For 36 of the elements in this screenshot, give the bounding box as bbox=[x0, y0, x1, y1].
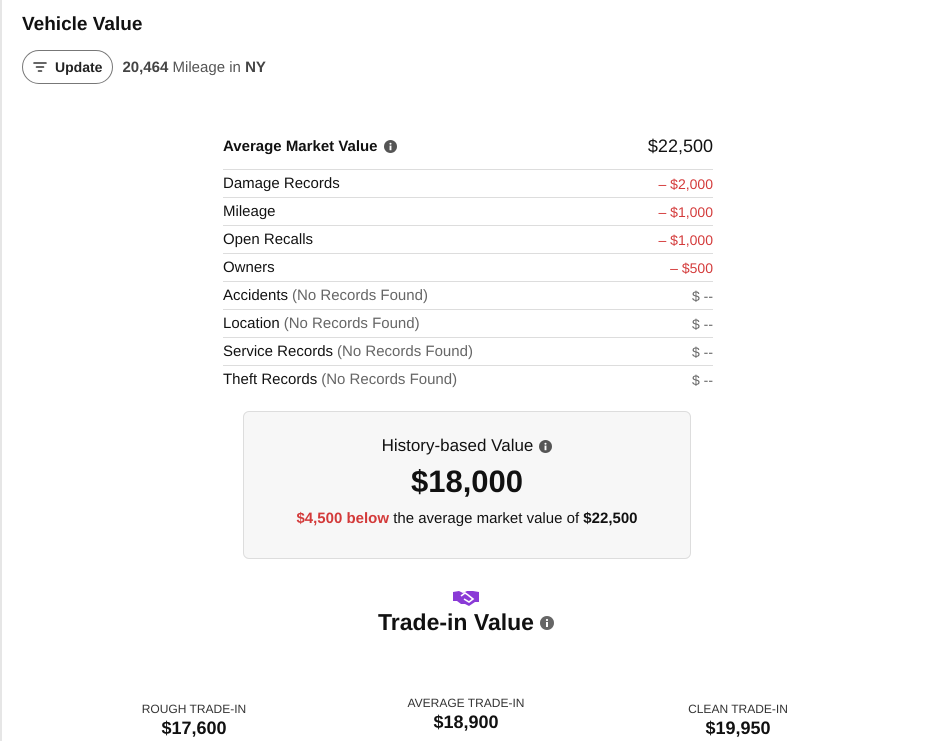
trade-in-label: ROUGH TRADE-IN bbox=[142, 702, 246, 716]
adjustment-label: Damage Records bbox=[223, 175, 340, 192]
handshake-icon bbox=[452, 589, 480, 607]
adjustment-label: Service Records (No Records Found) bbox=[223, 343, 473, 360]
market-value-label: Average Market Value bbox=[223, 138, 378, 155]
market-value: $22,500 bbox=[648, 136, 713, 157]
adjustment-amount: $ -- bbox=[692, 344, 713, 360]
adjustment-amount: – $1,000 bbox=[658, 204, 713, 220]
adjustment-amount: – $1,000 bbox=[658, 232, 713, 248]
adjustment-label: Open Recalls bbox=[223, 231, 314, 248]
mileage-text: 20,464 Mileage in NY bbox=[122, 58, 266, 76]
adjustment-amount: – $2,000 bbox=[658, 176, 713, 192]
trade-in-label: CLEAN TRADE-IN bbox=[688, 702, 788, 716]
history-comparison: $4,500 below the average market value of $22,500 bbox=[296, 510, 638, 527]
trade-in-label: AVERAGE TRADE-IN bbox=[408, 696, 524, 710]
info-icon[interactable] bbox=[539, 440, 552, 452]
update-button[interactable]: Update bbox=[22, 50, 114, 84]
info-icon[interactable] bbox=[540, 616, 554, 630]
adjustment-label: Owners bbox=[223, 259, 275, 276]
adjustment-label: Accidents (No Records Found) bbox=[223, 287, 428, 304]
trade-in-value: $18,900 bbox=[433, 712, 499, 733]
filter-icon bbox=[33, 61, 47, 73]
adjustment-label: Location (No Records Found) bbox=[223, 315, 420, 332]
trade-in-title: Trade-in Value bbox=[378, 609, 534, 636]
adjustment-amount: – $500 bbox=[670, 260, 713, 276]
info-icon[interactable] bbox=[384, 140, 397, 153]
history-label: History-based Value bbox=[382, 436, 534, 456]
adjustment-amount: $ -- bbox=[692, 288, 713, 304]
adjustment-amount: $ -- bbox=[692, 372, 713, 388]
page-title: Vehicle Value bbox=[22, 14, 144, 36]
trade-in-value: $19,950 bbox=[705, 718, 771, 739]
adjustment-label: Mileage bbox=[223, 203, 276, 220]
adjustment-label: Theft Records (No Records Found) bbox=[223, 371, 458, 388]
adjustment-amount: $ -- bbox=[692, 316, 713, 332]
history-value: $18,000 bbox=[410, 464, 524, 500]
trade-in-value: $17,600 bbox=[161, 718, 227, 739]
